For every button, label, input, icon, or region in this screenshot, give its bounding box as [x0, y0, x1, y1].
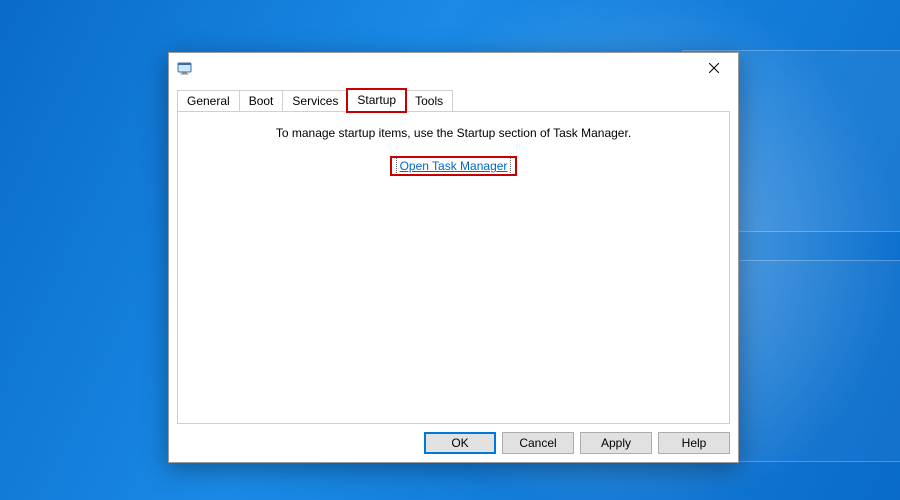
tab-page-startup: To manage startup items, use the Startup… [177, 111, 730, 424]
apply-button[interactable]: Apply [580, 432, 652, 454]
tab-tools[interactable]: Tools [405, 90, 453, 112]
client-area: General Boot Services Startup Tools To m… [169, 83, 738, 462]
startup-info-text: To manage startup items, use the Startup… [178, 126, 729, 140]
open-task-manager-link[interactable]: Open Task Manager [396, 157, 512, 175]
link-highlight-box: Open Task Manager [392, 158, 516, 174]
tab-startup[interactable]: Startup [347, 89, 406, 112]
tab-general[interactable]: General [177, 90, 240, 112]
close-icon [709, 63, 719, 73]
app-icon [177, 60, 193, 76]
tab-services[interactable]: Services [282, 90, 348, 112]
tab-strip: General Boot Services Startup Tools [177, 89, 730, 111]
ok-button[interactable]: OK [424, 432, 496, 454]
dialog-button-row: OK Cancel Apply Help [177, 424, 730, 454]
cancel-button[interactable]: Cancel [502, 432, 574, 454]
close-button[interactable] [691, 53, 736, 83]
help-button[interactable]: Help [658, 432, 730, 454]
titlebar[interactable] [169, 53, 738, 83]
tab-boot[interactable]: Boot [239, 90, 284, 112]
msconfig-window: General Boot Services Startup Tools To m… [168, 52, 739, 463]
